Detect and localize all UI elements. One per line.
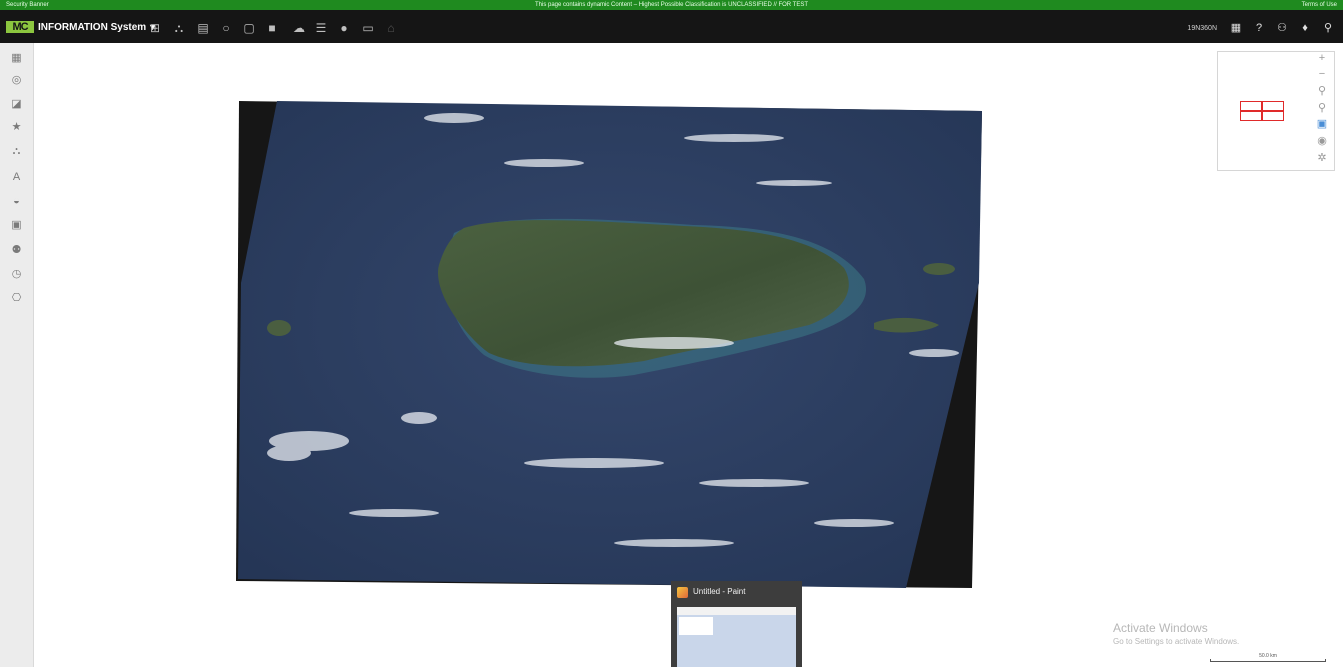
screen-icon[interactable]: ▭ — [361, 21, 375, 35]
settings-icon[interactable]: ✲ — [1314, 151, 1330, 165]
layers-icon[interactable]: ▦ — [0, 49, 33, 67]
map-canvas[interactable]: + − ⚲ ⚲ ▣ ◉ ✲ Untitled - Paint Activate … — [34, 43, 1343, 667]
activate-windows-watermark: Activate Windows Go to Settings to activ… — [1113, 621, 1239, 648]
list-icon[interactable]: ☰ — [314, 21, 328, 35]
select-icon[interactable]: ▣ — [1314, 117, 1330, 131]
left-toolbar: ▦ ◎ ◪ ★ ⛬ A ◒ ▣ ⚉ ◷ ⎔ — [0, 43, 34, 667]
help-icon[interactable]: ? — [1252, 21, 1266, 35]
app-logo[interactable]: MC — [6, 21, 34, 33]
satellite-image — [236, 101, 982, 588]
map-icon[interactable]: ⊞ — [148, 21, 162, 35]
system-name: INFORMATION System — [38, 22, 147, 33]
paint-taskbar-preview[interactable]: Untitled - Paint — [671, 581, 802, 667]
terms-of-use-link[interactable]: Terms of Use — [1302, 0, 1337, 10]
magnify-icon[interactable]: ⚲ — [1314, 84, 1330, 98]
history-icon[interactable]: ◷ — [0, 265, 33, 283]
watermark-subtitle: Go to Settings to activate Windows. — [1113, 637, 1240, 646]
paint-icon — [677, 587, 688, 598]
bell-icon[interactable]: ♦ — [1298, 21, 1312, 35]
paint-window-title: Untitled - Paint — [693, 587, 746, 596]
security-banner: Security Banner This page contains dynam… — [0, 0, 1343, 10]
layout-icon[interactable]: ▦ — [1229, 21, 1243, 35]
filter-icon[interactable]: ◪ — [0, 95, 33, 113]
document-icon[interactable]: ▤ — [196, 21, 210, 35]
paint-preview-image — [677, 607, 796, 667]
scale-bar: 50.0 km — [1210, 653, 1326, 663]
islet-west — [267, 320, 291, 336]
tools-icon[interactable]: ⎔ — [0, 289, 33, 307]
book-icon[interactable]: ■ — [265, 21, 279, 35]
zoom-box-icon[interactable]: ⚲ — [1314, 101, 1330, 115]
text-icon[interactable]: A — [0, 168, 33, 186]
zoom-in-icon[interactable]: + — [1314, 51, 1330, 65]
lock-icon[interactable]: ⌂ — [384, 21, 398, 35]
gallery-icon[interactable]: ▣ — [0, 216, 33, 234]
banner-classification-text: This page contains dynamic Content – Hig… — [535, 2, 808, 8]
network-icon[interactable]: ⛬ — [172, 21, 186, 35]
grid-reference: 19N360N — [1187, 25, 1217, 32]
report-icon[interactable]: ▢ — [242, 21, 256, 35]
globe-icon[interactable]: ◉ — [1314, 134, 1330, 148]
network-rail-icon[interactable]: ⛬ — [0, 142, 33, 160]
chat-icon[interactable]: ○ — [219, 21, 233, 35]
user-icon[interactable]: ⚇ — [1275, 21, 1289, 35]
top-toolbar: MC INFORMATION System ▾ ⊞ ⛬ ▤ ○ ▢ ■ ☁ ☰ ●… — [0, 10, 1343, 43]
search-icon[interactable]: ⚲ — [1321, 21, 1335, 35]
zoom-out-icon[interactable]: − — [1314, 67, 1330, 81]
watermark-title: Activate Windows — [1113, 621, 1208, 635]
storage-icon[interactable]: ◒ — [0, 192, 33, 210]
cloud-icon[interactable]: ☁ — [292, 21, 306, 35]
islet-east — [923, 263, 955, 275]
system-selector[interactable]: INFORMATION System ▾ — [38, 22, 155, 34]
overview-extent-box — [1240, 101, 1284, 121]
info-icon[interactable]: ● — [337, 21, 351, 35]
star-icon[interactable]: ★ — [0, 118, 33, 136]
database-icon[interactable]: ◎ — [0, 71, 33, 89]
people-icon[interactable]: ⚉ — [0, 241, 33, 259]
